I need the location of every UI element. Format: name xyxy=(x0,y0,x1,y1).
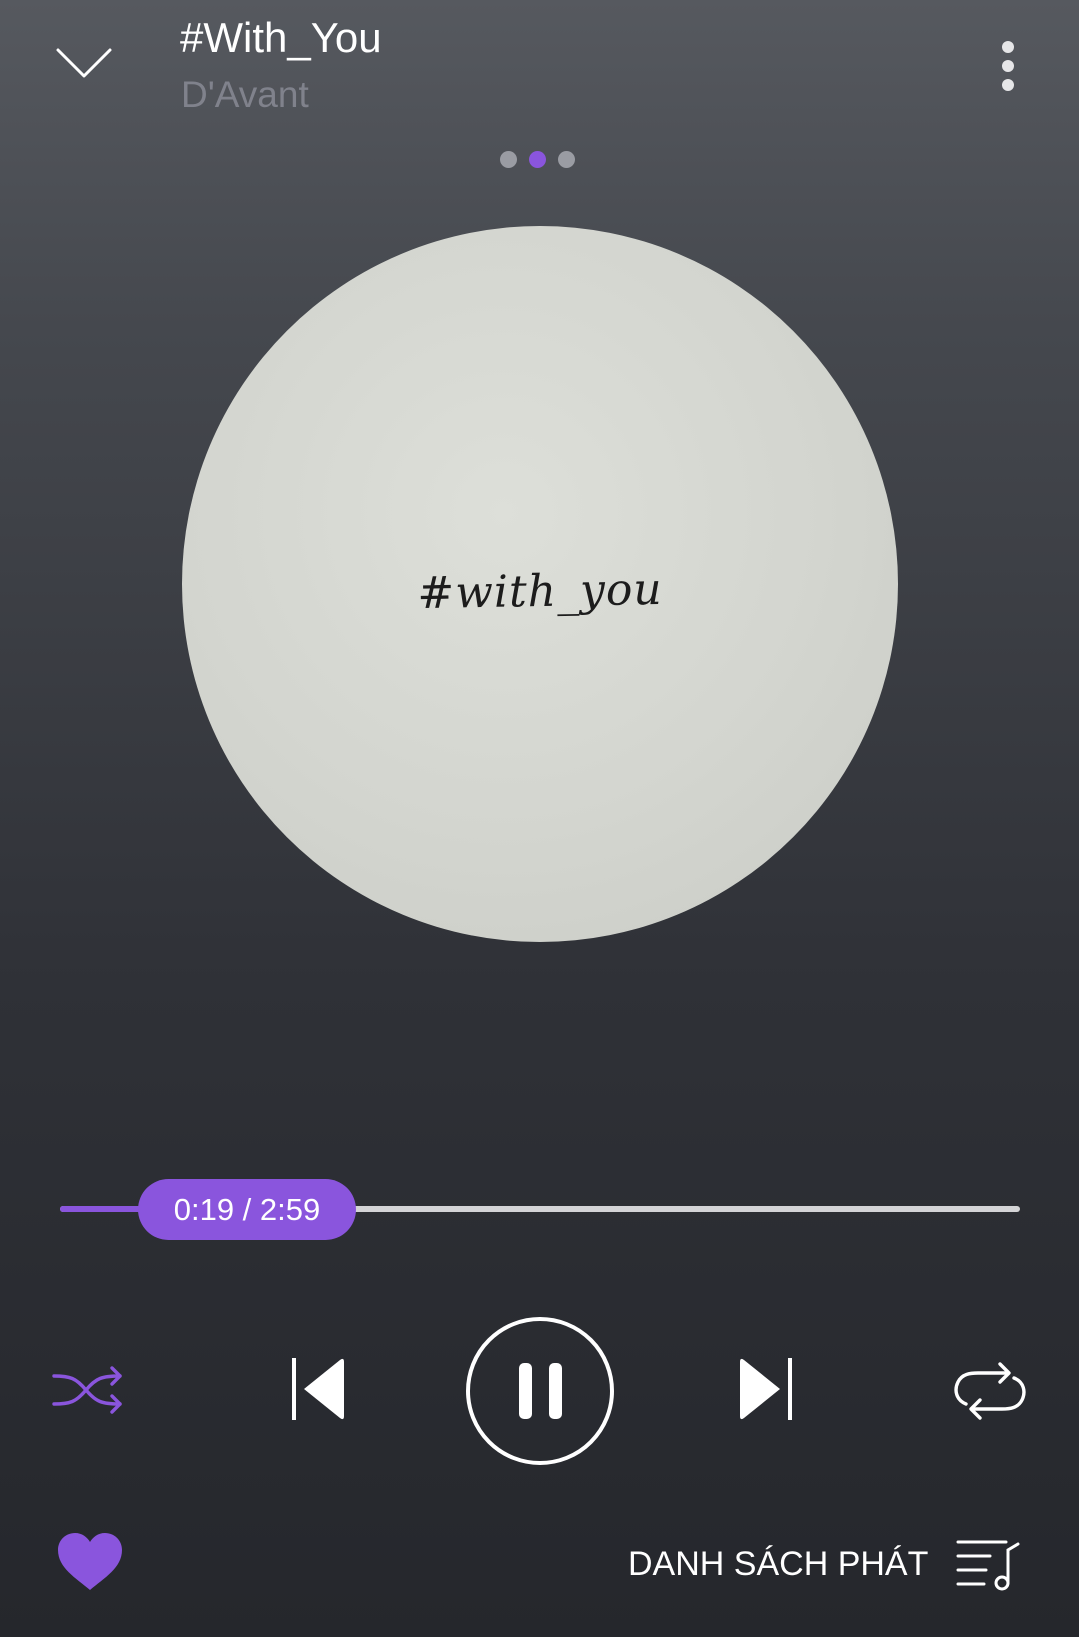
playback-time-label: 0:19 / 2:59 xyxy=(173,1191,321,1227)
playlist-music-icon xyxy=(956,1540,1020,1591)
heart-icon xyxy=(58,1533,122,1590)
next-button[interactable] xyxy=(734,1356,798,1422)
playlist-button-label[interactable]: DANH SÁCH PHÁT xyxy=(628,1545,928,1584)
seek-bar-thumb[interactable]: 0:19 / 2:59 xyxy=(138,1179,356,1240)
song-title: #With_You xyxy=(180,14,382,61)
playlist-button[interactable] xyxy=(956,1538,1020,1592)
collapse-button[interactable] xyxy=(48,30,120,90)
album-art-handwriting: #with_you xyxy=(416,563,664,620)
shuffle-icon xyxy=(52,1366,122,1414)
more-options-button[interactable] xyxy=(988,36,1028,96)
chevron-down-icon xyxy=(56,48,112,78)
previous-button[interactable] xyxy=(286,1356,350,1422)
favorite-button[interactable] xyxy=(56,1532,124,1592)
page-indicator-dot[interactable] xyxy=(558,150,575,168)
page-indicator xyxy=(500,150,575,168)
shuffle-button[interactable] xyxy=(52,1362,126,1418)
album-art: #with_you xyxy=(182,226,898,942)
artist-name[interactable]: D'Avant xyxy=(181,74,309,116)
more-vertical-icon xyxy=(1002,41,1014,91)
pause-icon xyxy=(466,1317,614,1465)
repeat-button[interactable] xyxy=(952,1360,1028,1422)
skip-previous-icon xyxy=(292,1358,344,1420)
skip-next-icon xyxy=(740,1358,792,1420)
page-indicator-dot[interactable] xyxy=(500,150,517,168)
repeat-icon xyxy=(954,1362,1026,1420)
page-indicator-dot[interactable] xyxy=(529,150,546,168)
play-pause-button[interactable] xyxy=(464,1315,616,1467)
